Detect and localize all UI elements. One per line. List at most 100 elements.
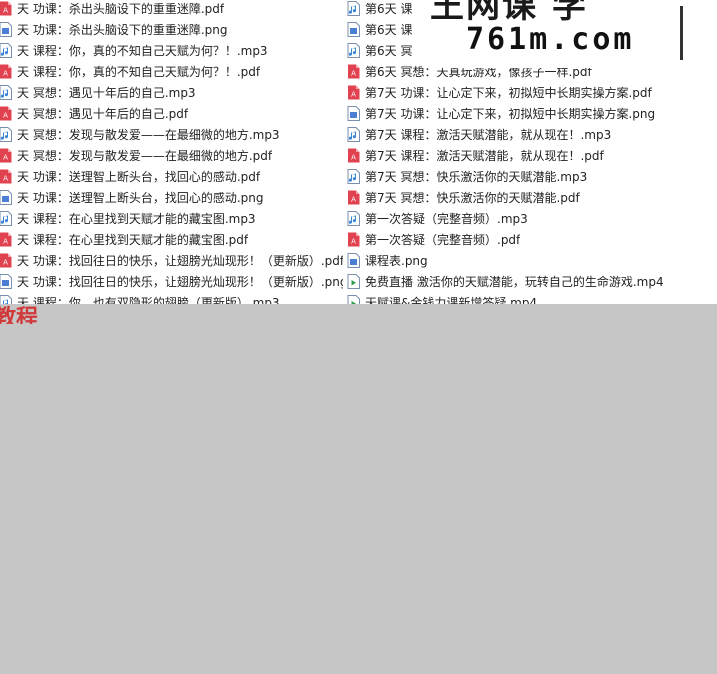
file-name: 天 冥想：遇见十年后的自己.mp3 <box>17 86 196 100</box>
pdf-file-icon: A <box>0 148 12 164</box>
file-name: 天 功课：找回往日的快乐，让翅膀光灿现形！（更新版）.pdf <box>17 254 343 268</box>
png-file-icon <box>0 274 12 290</box>
file-row[interactable]: 第7天 课程：激活天赋潜能，就从现在！.mp3 <box>346 124 717 145</box>
mp3-file-icon <box>0 127 12 143</box>
file-row[interactable]: 天 课程：在心里找到天赋才能的藏宝图.mp3 <box>0 208 343 229</box>
watermark-divider <box>680 6 683 60</box>
file-name: 天 功课：杀出头脑设下的重重迷障.pdf <box>17 2 225 16</box>
svg-text:A: A <box>3 175 8 183</box>
file-row[interactable]: A 天 功课：杀出头脑设下的重重迷障.pdf <box>0 0 343 19</box>
watermark-overlay: 王网课 学 761m.com <box>422 0 717 68</box>
pdf-file-icon: A <box>0 253 12 269</box>
file-row[interactable]: 天 课程：你，也有双隐形的翅膀（更新版）.mp3 <box>0 292 343 304</box>
png-file-icon <box>346 106 360 122</box>
file-row[interactable]: A 第7天 功课：让心定下来，初拟短中长期实操方案.pdf <box>346 82 717 103</box>
file-name: 第一次答疑（完整音频）.mp3 <box>365 212 528 226</box>
svg-text:A: A <box>351 154 356 162</box>
file-name: 天 功课：送理智上断头台，找回心的感动.png <box>17 191 264 205</box>
file-row[interactable]: 第7天 冥想：快乐激活你的天赋潜能.mp3 <box>346 166 717 187</box>
file-row[interactable]: A 第7天 冥想：快乐激活你的天赋潜能.pdf <box>346 187 717 208</box>
file-list-left-column: A 天 功课：杀出头脑设下的重重迷障.pdf 天 功课：杀出头脑设下的重重迷障.pn… <box>0 0 343 304</box>
file-name: 天 冥想：遇见十年后的自己.pdf <box>17 107 189 121</box>
file-name: 天赋课&金钱力课新增答疑.mp4 <box>365 296 538 304</box>
svg-text:A: A <box>351 238 356 246</box>
pdf-file-icon: A <box>0 1 12 17</box>
svg-text:A: A <box>351 70 356 78</box>
mp3-file-icon <box>346 169 360 185</box>
mp3-file-icon <box>346 1 360 17</box>
svg-text:A: A <box>351 196 356 204</box>
file-row[interactable]: 天 冥想：发现与散发爱——在最细微的地方.mp3 <box>0 124 343 145</box>
file-row[interactable]: A 天 冥想：遇见十年后的自己.pdf <box>0 103 343 124</box>
png-file-icon <box>346 22 360 38</box>
file-row[interactable]: A 天 功课：送理智上断头台，找回心的感动.pdf <box>0 166 343 187</box>
pdf-file-icon: A <box>346 148 360 164</box>
file-name: 第7天 课程：激活天赋潜能，就从现在！.mp3 <box>365 128 612 142</box>
file-name: 第7天 功课：让心定下来，初拟短中长期实操方案.pdf <box>365 86 652 100</box>
file-name: 天 课程：你，真的不知自己天赋为何？！.pdf <box>17 65 261 79</box>
file-name: 第7天 课程：激活天赋潜能，就从现在！.pdf <box>365 149 604 163</box>
file-name: 天 课程：你，也有双隐形的翅膀（更新版）.mp3 <box>17 296 280 304</box>
pdf-file-icon: A <box>346 190 360 206</box>
file-row[interactable]: 天 功课：杀出头脑设下的重重迷障.png <box>0 19 343 40</box>
pdf-file-icon: A <box>346 64 360 80</box>
pdf-file-icon: A <box>0 64 12 80</box>
file-name: 天 课程：在心里找到天赋才能的藏宝图.mp3 <box>17 212 256 226</box>
svg-text:A: A <box>351 91 356 99</box>
pdf-file-icon: A <box>346 232 360 248</box>
file-name: 天 课程：你，真的不知自己天赋为何？！.mp3 <box>17 44 268 58</box>
file-name: 天 功课：杀出头脑设下的重重迷障.png <box>17 23 228 37</box>
pdf-file-icon: A <box>0 169 12 185</box>
pdf-file-icon: A <box>0 232 12 248</box>
file-row[interactable]: A 天 冥想：发现与散发爱——在最细微的地方.pdf <box>0 145 343 166</box>
svg-text:A: A <box>3 70 8 78</box>
file-name: 天 课程：在心里找到天赋才能的藏宝图.pdf <box>17 233 249 247</box>
png-file-icon <box>0 190 12 206</box>
file-row[interactable]: A 天 功课：找回往日的快乐，让翅膀光灿现形！（更新版）.pdf <box>0 250 343 271</box>
mp3-file-icon <box>346 43 360 59</box>
file-row[interactable]: A 天 课程：在心里找到天赋才能的藏宝图.pdf <box>0 229 343 250</box>
mp3-file-icon <box>0 43 12 59</box>
file-row[interactable]: 免费直播 激活你的天赋潜能，玩转自己的生命游戏.mp4 <box>346 271 717 292</box>
svg-text:A: A <box>3 238 8 246</box>
file-name: 天 功课：送理智上断头台，找回心的感动.pdf <box>17 170 261 184</box>
pdf-file-icon: A <box>346 85 360 101</box>
svg-text:A: A <box>3 154 8 162</box>
file-name: 第6天 课 <box>365 2 413 16</box>
file-row[interactable]: A 第一次答疑（完整音频）.pdf <box>346 229 717 250</box>
file-name: 天 功课：找回往日的快乐，让翅膀光灿现形！（更新版）.png <box>17 275 343 289</box>
mp3-file-icon <box>346 211 360 227</box>
file-name: 天 冥想：发现与散发爱——在最细微的地方.pdf <box>17 149 273 163</box>
mp3-file-icon <box>346 127 360 143</box>
file-name: 课程表.png <box>365 254 428 268</box>
mp4-file-icon <box>346 274 360 290</box>
file-name: 第6天 冥 <box>365 44 413 58</box>
file-row[interactable]: 天赋课&金钱力课新增答疑.mp4 <box>346 292 717 304</box>
png-file-icon <box>0 22 12 38</box>
file-name: 第7天 冥想：快乐激活你的天赋潜能.mp3 <box>365 170 588 184</box>
watermark-domain: 761m.com <box>466 22 635 57</box>
file-row[interactable]: 天 功课：送理智上断头台，找回心的感动.png <box>0 187 343 208</box>
file-row[interactable]: A 第7天 课程：激活天赋潜能，就从现在！.pdf <box>346 145 717 166</box>
watermark-red-text: 教程 <box>0 306 39 324</box>
file-row[interactable]: A 天 课程：你，真的不知自己天赋为何？！.pdf <box>0 61 343 82</box>
file-row[interactable]: 第7天 功课：让心定下来，初拟短中长期实操方案.png <box>346 103 717 124</box>
file-name: 第一次答疑（完整音频）.pdf <box>365 233 521 247</box>
png-file-icon <box>346 253 360 269</box>
pdf-file-icon: A <box>0 106 12 122</box>
file-row[interactable]: 天 功课：找回往日的快乐，让翅膀光灿现形！（更新版）.png <box>0 271 343 292</box>
svg-text:A: A <box>3 7 8 15</box>
mp3-file-icon <box>0 85 12 101</box>
file-row[interactable]: 天 冥想：遇见十年后的自己.mp3 <box>0 82 343 103</box>
svg-text:A: A <box>3 112 8 120</box>
file-row[interactable]: 第一次答疑（完整音频）.mp3 <box>346 208 717 229</box>
file-name: 天 冥想：发现与散发爱——在最细微的地方.mp3 <box>17 128 280 142</box>
mp3-file-icon <box>0 211 12 227</box>
file-row[interactable]: 天 课程：你，真的不知自己天赋为何？！.mp3 <box>0 40 343 61</box>
file-row[interactable]: 课程表.png <box>346 250 717 271</box>
file-name: 免费直播 激活你的天赋潜能，玩转自己的生命游戏.mp4 <box>365 275 664 289</box>
svg-text:A: A <box>3 259 8 267</box>
file-name: 第6天 课 <box>365 23 413 37</box>
file-name: 第7天 冥想：快乐激活你的天赋潜能.pdf <box>365 191 580 205</box>
mp4-file-icon <box>346 295 360 304</box>
